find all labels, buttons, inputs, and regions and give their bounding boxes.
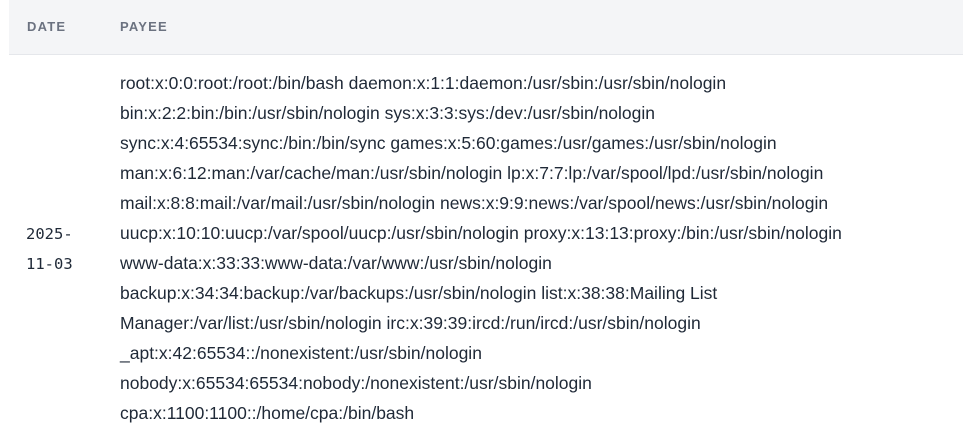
payee-line: www-data:x:33:33:www-data:/var/www:/usr/… <box>120 253 552 273</box>
date-cell: 2025- 11-03 <box>26 225 73 273</box>
payee-line: uucp:x:10:10:uucp:/var/spool/uucp:/usr/s… <box>120 223 842 243</box>
column-header-payee[interactable]: PAYEE <box>120 19 168 35</box>
payee-line: nobody:x:65534:65534:nobody:/nonexistent… <box>120 373 592 393</box>
payee-line: mail:x:8:8:mail:/var/mail:/usr/sbin/nolo… <box>120 193 829 213</box>
payee-line: root:x:0:0:root:/root:/bin/bash daemon:x… <box>120 73 727 93</box>
payee-line: man:x:6:12:man:/var/cache/man:/usr/sbin/… <box>120 163 824 183</box>
payee-cell: root:x:0:0:root:/root:/bin/bash daemon:x… <box>120 68 960 428</box>
transactions-table: DATE PAYEE 2025- 11-03 root:x:0:0:root:/… <box>9 0 963 431</box>
payee-line: backup:x:34:34:backup:/var/backups:/usr/… <box>120 283 718 303</box>
column-header-date[interactable]: DATE <box>27 19 66 35</box>
table-header: DATE PAYEE <box>9 0 963 55</box>
table-row[interactable]: 2025- 11-03 root:x:0:0:root:/root:/bin/b… <box>9 55 963 431</box>
payee-line: sync:x:4:65534:sync:/bin:/bin/sync games… <box>120 133 777 153</box>
payee-line: bin:x:2:2:bin:/bin:/usr/sbin/nologin sys… <box>120 103 656 123</box>
payee-line: cpa:x:1100:1100::/home/cpa:/bin/bash <box>120 403 415 423</box>
payee-line: Manager:/var/list:/usr/sbin/nologin irc:… <box>120 313 701 333</box>
payee-line: _apt:x:42:65534::/nonexistent:/usr/sbin/… <box>120 343 482 363</box>
